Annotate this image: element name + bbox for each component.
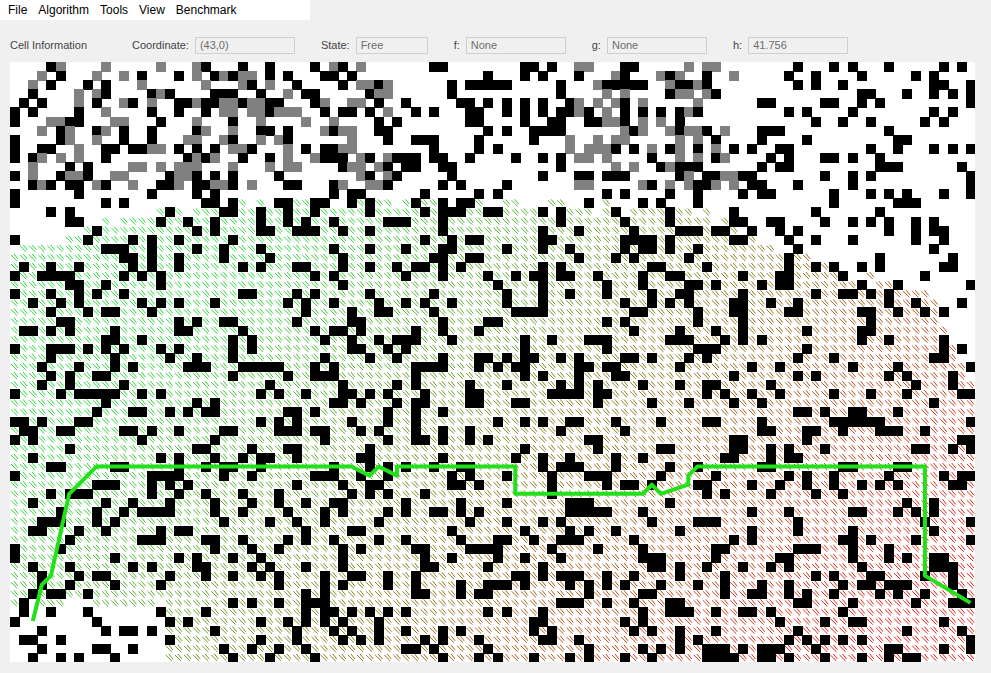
info-field: None <box>466 37 566 54</box>
info-field: Free <box>356 37 428 54</box>
info-field: 41.756 <box>748 37 848 54</box>
grid-area[interactable] <box>10 62 975 662</box>
found-path <box>33 467 971 622</box>
info-label: g: <box>592 39 601 51</box>
menu-item[interactable]: File <box>4 3 34 17</box>
app-window: FileAlgorithmToolsViewBenchmark Cell Inf… <box>0 0 991 673</box>
info-field-group: Coordinate: (43,0) <box>132 37 295 54</box>
info-field: (43,0) <box>195 37 295 54</box>
info-field-group: f: None <box>454 37 566 54</box>
info-field-group: h: 41.756 <box>733 37 848 54</box>
info-field-group: g: None <box>592 37 707 54</box>
menu-item[interactable]: View <box>135 3 172 17</box>
cell-info-bar: Cell Information Coordinate: (43,0) State… <box>0 34 991 56</box>
menu-item[interactable]: Tools <box>96 3 135 17</box>
cell-info-title: Cell Information <box>10 39 132 51</box>
info-label: State: <box>321 39 350 51</box>
menu-item[interactable]: Benchmark <box>172 3 244 17</box>
path-overlay <box>10 62 975 662</box>
grid-canvas[interactable] <box>10 62 975 662</box>
info-label: h: <box>733 39 742 51</box>
menu-item[interactable]: Algorithm <box>34 3 96 17</box>
info-field: None <box>607 37 707 54</box>
info-field-group: State: Free <box>321 37 428 54</box>
menu-bar: FileAlgorithmToolsViewBenchmark <box>0 0 310 20</box>
info-label: f: <box>454 39 460 51</box>
info-label: Coordinate: <box>132 39 189 51</box>
